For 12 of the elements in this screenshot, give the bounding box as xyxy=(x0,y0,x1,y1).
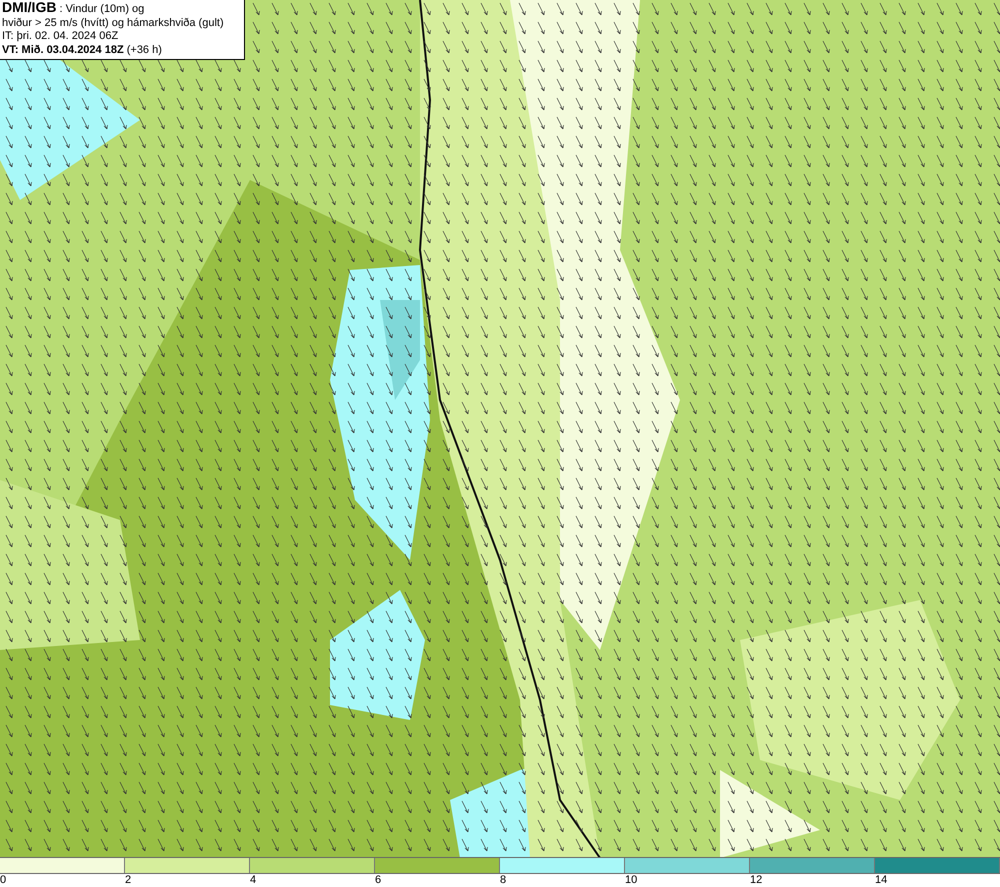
valid-time: VT: Mið. 03.04.2024 18Z (+36 h) xyxy=(2,44,163,57)
legend-tick-label: 0 xyxy=(0,874,6,886)
legend-tick-label: 12 xyxy=(750,874,762,886)
legend-tick-label: 10 xyxy=(625,874,638,886)
legend-tick-label: 4 xyxy=(250,874,256,886)
legend-tick-label: 14 xyxy=(875,874,888,886)
caption-subtitle: hviður > 25 m/s (hvítt) og hámarkshviða (gult) xyxy=(2,16,225,30)
legend-tick-label: 6 xyxy=(375,874,382,886)
issue-time: IT: þri. 02. 04. 2024 06Z xyxy=(2,30,120,44)
legend-tick-label: 8 xyxy=(500,874,506,886)
caption-title: DMI/IGB : Vindur (10m) og xyxy=(2,1,146,16)
legend-tick-label: 2 xyxy=(125,874,132,886)
